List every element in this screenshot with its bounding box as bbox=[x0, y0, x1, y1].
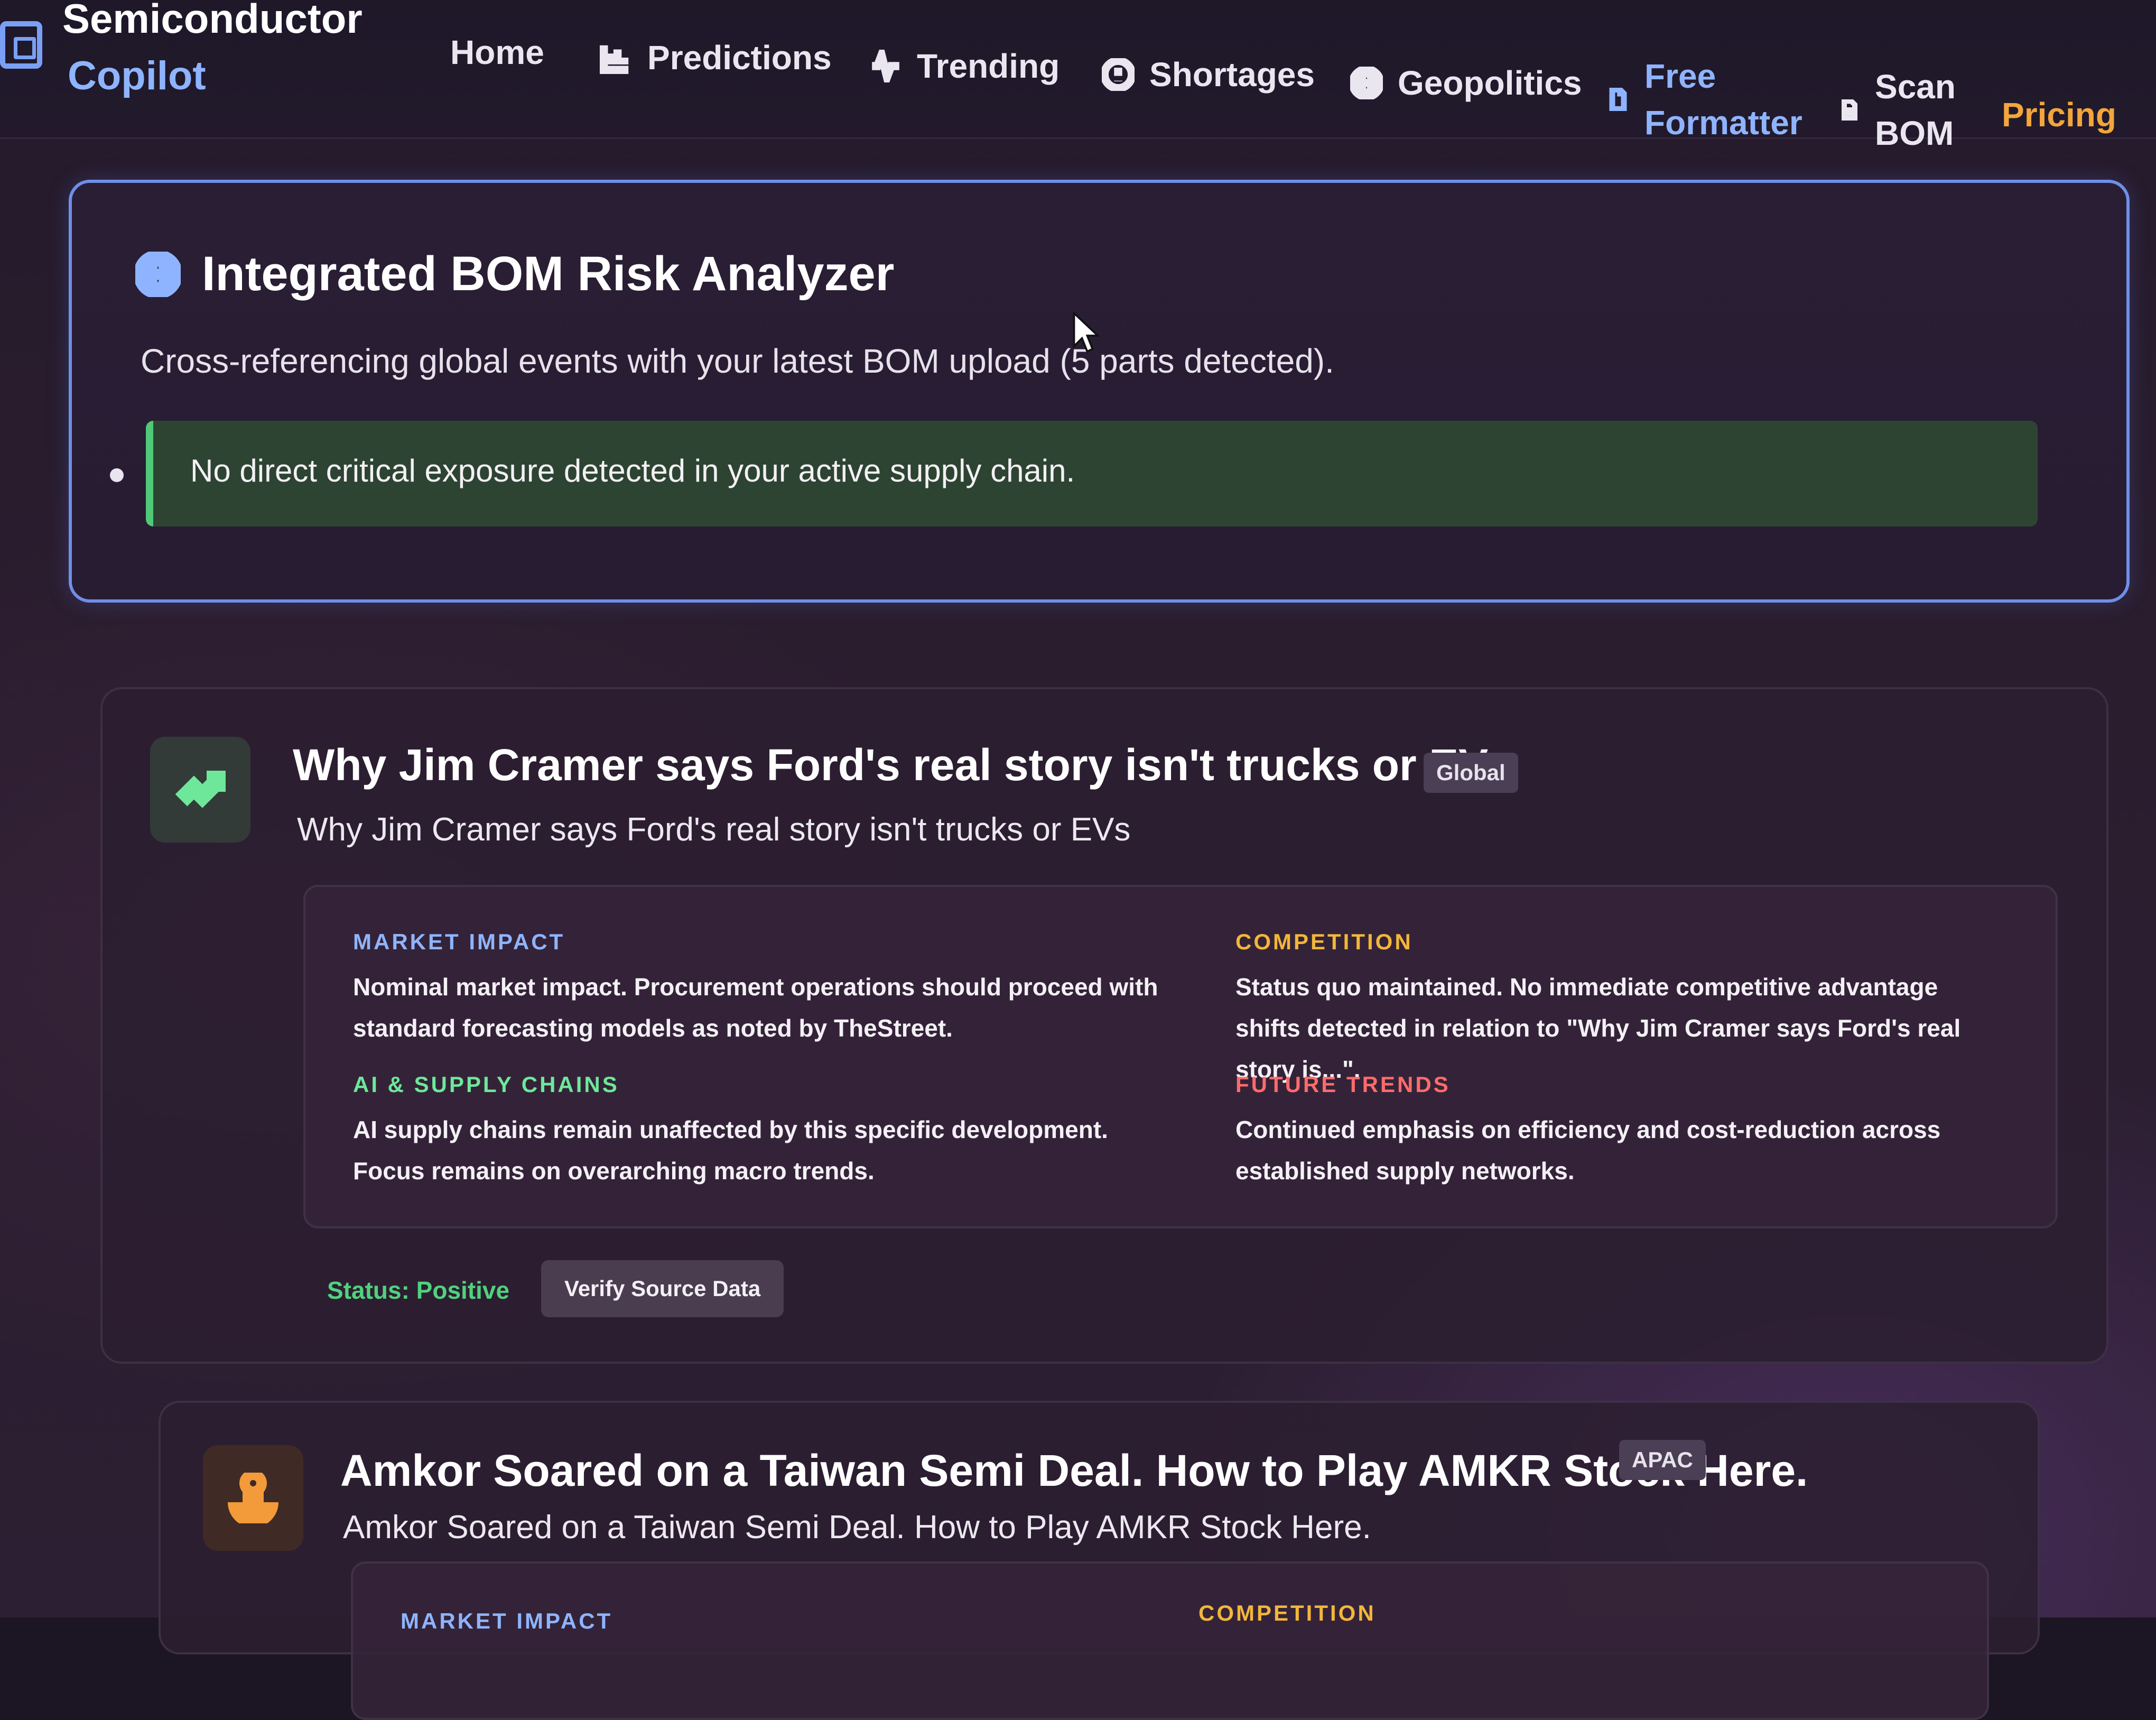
nav-home[interactable]: Home bbox=[450, 33, 544, 72]
mouse-cursor-icon bbox=[1073, 312, 1099, 353]
market-impact-text: Nominal market impact. Procurement opera… bbox=[353, 973, 1158, 1042]
news-icon-box bbox=[150, 737, 250, 843]
globe-icon bbox=[1350, 67, 1383, 99]
bom-title: Integrated BOM Risk Analyzer bbox=[202, 247, 895, 301]
ai-supply-chains-label: AI & SUPPLY CHAINS bbox=[353, 1072, 619, 1097]
nav-shortages[interactable]: Shortages bbox=[1102, 55, 1315, 94]
news-card: Why Jim Cramer says Ford's real story is… bbox=[100, 687, 2108, 1364]
anchor-icon bbox=[228, 1473, 278, 1523]
exposure-alert: No direct critical exposure detected in … bbox=[146, 421, 2038, 526]
brand-name-line1: Semiconductor bbox=[62, 0, 363, 42]
impact-analysis-panel: MARKET IMPACT Nominal market impact. Pro… bbox=[303, 885, 2058, 1228]
globe-icon bbox=[135, 251, 181, 297]
file-icon bbox=[1609, 88, 1627, 111]
nav-pricing-label: Pricing bbox=[2002, 96, 2116, 134]
future-trends-label: FUTURE TRENDS bbox=[1235, 1072, 1451, 1097]
nav-free-formatter[interactable]: Free Formatter bbox=[1606, 53, 1802, 146]
region-badge: Global bbox=[1424, 753, 1518, 793]
nav-scan-bom-line1: Scan bbox=[1875, 68, 1956, 106]
nav-predictions-label: Predictions bbox=[647, 39, 832, 77]
brand-name-line2: Copilot bbox=[68, 53, 206, 98]
market-impact-label: MARKET IMPACT bbox=[353, 929, 565, 954]
nav-free-formatter-line2: Formatter bbox=[1644, 104, 1802, 142]
bom-title-row: Integrated BOM Risk Analyzer bbox=[135, 246, 894, 302]
alert-circle-icon bbox=[1102, 58, 1135, 91]
news-title[interactable]: Why Jim Cramer says Ford's real story is… bbox=[293, 739, 1513, 791]
nav-geopolitics-label: Geopolitics bbox=[1398, 64, 1582, 102]
news-card: Amkor Soared on a Taiwan Semi Deal. How … bbox=[159, 1401, 2040, 1720]
bom-risk-analyzer-card: Integrated BOM Risk Analyzer Cross-refer… bbox=[69, 180, 2130, 603]
trending-up-icon bbox=[175, 771, 226, 808]
news-subtitle: Amkor Soared on a Taiwan Semi Deal. How … bbox=[343, 1509, 1371, 1546]
status-label: Status: Positive bbox=[327, 1277, 510, 1304]
bar-chart-icon bbox=[600, 45, 629, 74]
competition-text: Status quo maintained. No immediate comp… bbox=[1235, 973, 1961, 1083]
nav-geopolitics[interactable]: Geopolitics bbox=[1350, 63, 1582, 103]
nav-trending[interactable]: Trending bbox=[869, 47, 1060, 86]
nav-free-formatter-line1: Free bbox=[1644, 57, 1716, 95]
nav-pricing[interactable]: Pricing bbox=[2002, 95, 2116, 134]
competition-label: COMPETITION bbox=[1198, 1601, 1376, 1625]
nav-shortages-label: Shortages bbox=[1149, 56, 1315, 94]
nav-home-label: Home bbox=[450, 33, 544, 71]
market-impact-label: MARKET IMPACT bbox=[401, 1608, 613, 1633]
file-text-icon bbox=[1842, 99, 1857, 121]
competition-label: COMPETITION bbox=[1235, 929, 1413, 954]
exposure-alert-text: No direct critical exposure detected in … bbox=[190, 453, 1075, 488]
impact-analysis-panel: MARKET IMPACT COMPETITION bbox=[351, 1561, 1989, 1720]
bullet-dot bbox=[110, 468, 124, 482]
nav-scan-bom[interactable]: Scan BOM bbox=[1839, 63, 1956, 156]
chip-icon bbox=[0, 21, 42, 69]
news-subtitle: Why Jim Cramer says Ford's real story is… bbox=[297, 811, 1131, 848]
nav-predictions[interactable]: Predictions bbox=[600, 38, 832, 77]
news-title[interactable]: Amkor Soared on a Taiwan Semi Deal. How … bbox=[340, 1445, 1808, 1496]
nav-trending-label: Trending bbox=[917, 47, 1060, 85]
future-trends-text: Continued emphasis on efficiency and cos… bbox=[1235, 1116, 1941, 1185]
top-nav: Semiconductor Copilot Home Predictions T… bbox=[0, 0, 2156, 152]
bom-subtitle: Cross-referencing global events with you… bbox=[141, 342, 1334, 380]
verify-source-button[interactable]: Verify Source Data bbox=[541, 1260, 784, 1317]
ai-supply-chains-text: AI supply chains remain unaffected by th… bbox=[353, 1116, 1108, 1185]
region-badge: APAC bbox=[1619, 1440, 1706, 1480]
activity-icon bbox=[872, 50, 899, 82]
news-icon-box bbox=[203, 1445, 303, 1551]
nav-scan-bom-line2: BOM bbox=[1875, 114, 1954, 152]
